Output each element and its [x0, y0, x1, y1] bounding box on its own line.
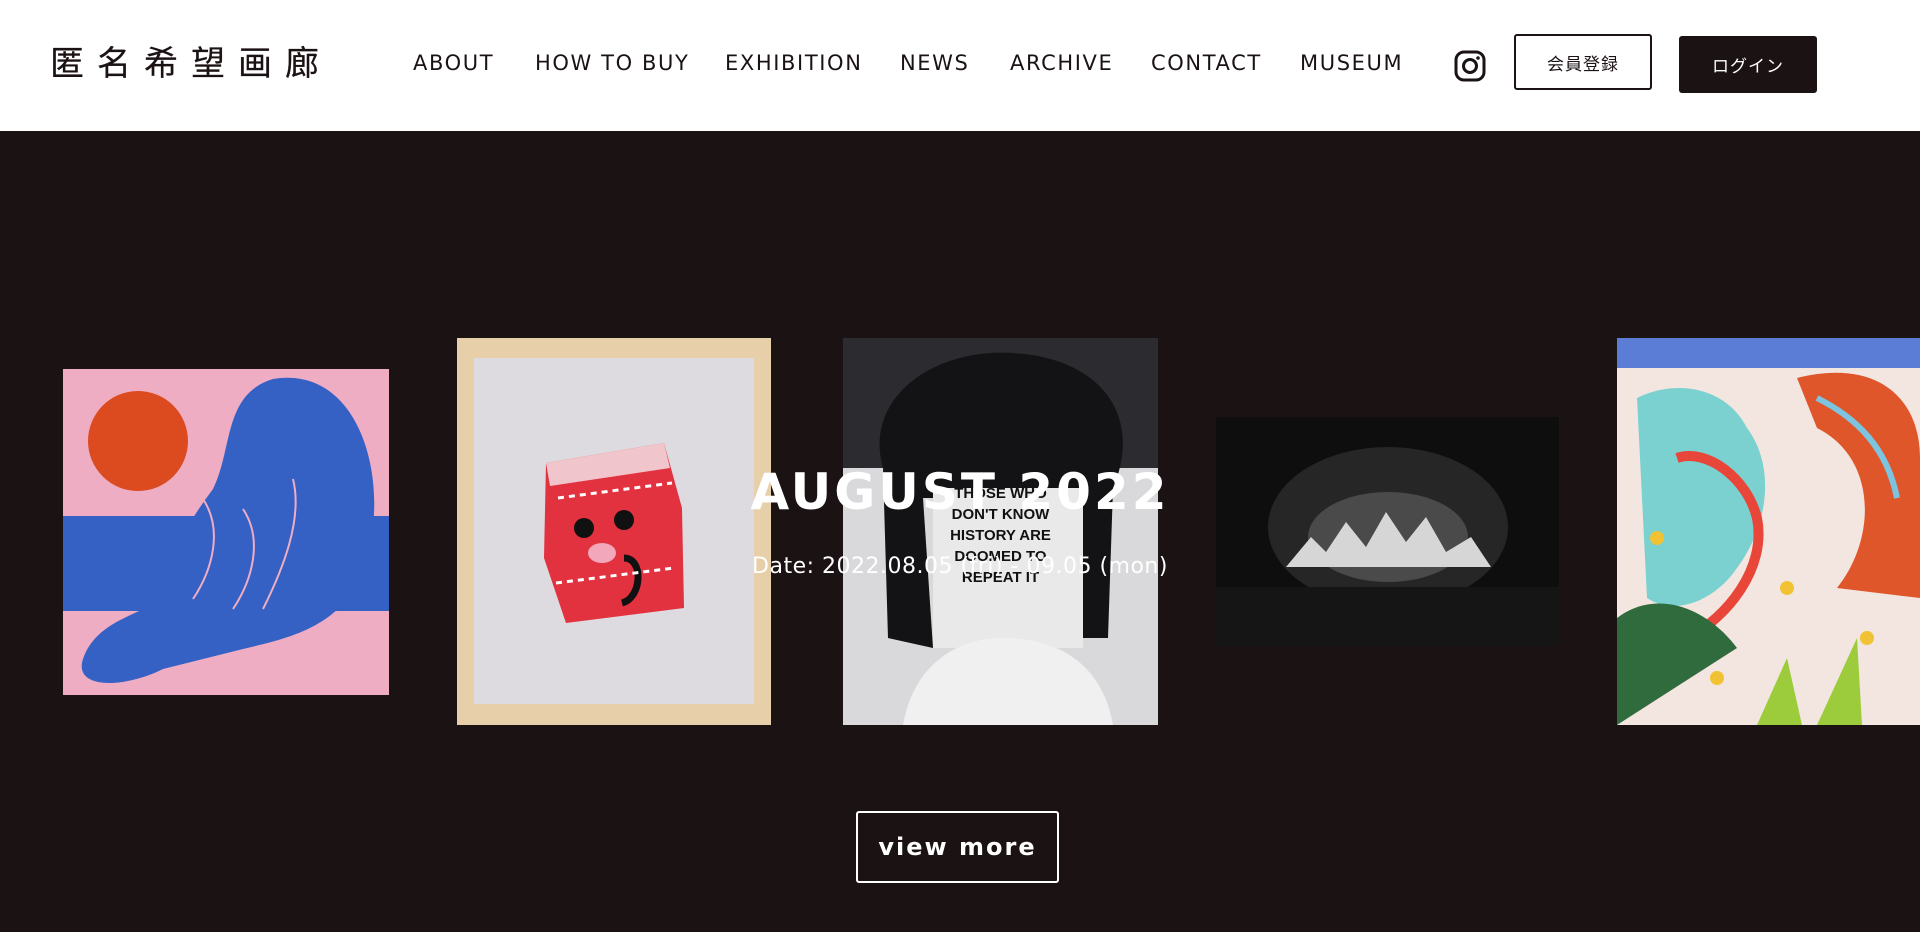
artwork-image[interactable] [1617, 338, 1920, 725]
artwork-text-line: HISTORY ARE [950, 527, 1051, 544]
artwork-image[interactable] [457, 338, 771, 725]
site-logo[interactable]: 匿名希望画廊 [50, 44, 332, 84]
artwork-night-photo [1216, 417, 1559, 646]
nav-news[interactable]: NEWS [900, 48, 969, 78]
nav-museum[interactable]: MUSEUM [1300, 48, 1403, 78]
artwork-figure-painting [63, 369, 389, 695]
artwork-image[interactable]: THOSE WHO DON'T KNOW HISTORY ARE DOOMED … [843, 338, 1158, 725]
artwork-mat [474, 358, 754, 704]
site-header: 匿名希望画廊 ABOUT HOW TO BUY EXHIBITION NEWS … [0, 0, 1920, 131]
login-button[interactable]: ログイン [1679, 36, 1817, 93]
nav-about[interactable]: ABOUT [413, 48, 494, 78]
artwork-can-sculpture [474, 358, 754, 704]
artwork-image[interactable] [1216, 417, 1559, 646]
exhibition-title: AUGUST 2022 [750, 463, 1170, 521]
nav-how-to-buy[interactable]: HOW TO BUY [535, 48, 689, 78]
view-more-button[interactable]: view more [856, 811, 1059, 883]
nav-archive[interactable]: ARCHIVE [1010, 48, 1113, 78]
nav-contact[interactable]: CONTACT [1151, 48, 1262, 78]
artwork-dragon-painting [1617, 338, 1920, 725]
artwork-image[interactable] [63, 369, 389, 695]
register-button[interactable]: 会員登録 [1514, 34, 1652, 90]
exhibition-date: Date: 2022.08.05 (fri) - 09.05 (mon) [752, 554, 1168, 579]
instagram-icon[interactable] [1454, 50, 1486, 82]
nav-exhibition[interactable]: EXHIBITION [725, 48, 863, 78]
